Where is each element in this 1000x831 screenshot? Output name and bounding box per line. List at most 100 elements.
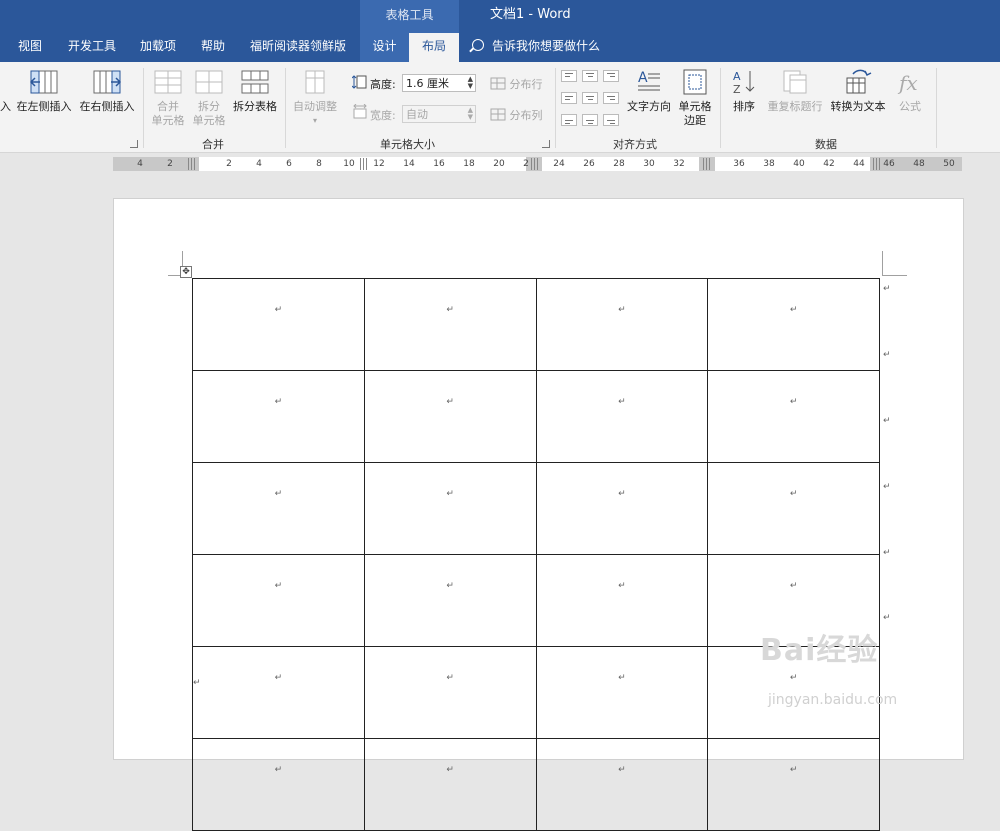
tab-developer[interactable]: 开发工具 [68, 33, 116, 62]
split-table-icon [241, 70, 269, 94]
table-row: ↵ ↵ ↵ ↵ [192, 738, 880, 831]
ruler-tick: 36 [733, 159, 745, 169]
tab-design[interactable]: 设计 [360, 33, 409, 62]
height-label: 高度: [370, 78, 396, 91]
table-cell[interactable]: ↵ [363, 462, 537, 555]
column-marker[interactable] [531, 158, 539, 170]
ribbon: 入 在左侧插入 在右侧插入 合并 单元格 拆分 单元格 拆分表格 合并 自动调整… [0, 62, 1000, 153]
ruler-tick: 6 [286, 159, 292, 169]
table-move-icon[interactable]: ✥ [180, 266, 192, 278]
row-end-mark: ↵ [883, 548, 891, 558]
table-cell[interactable]: ↵ [192, 554, 365, 647]
table-cell[interactable]: ↵ [535, 554, 709, 647]
tab-help[interactable]: 帮助 [201, 33, 225, 62]
column-marker[interactable] [873, 158, 881, 170]
ruler-tick: 46 [883, 159, 895, 169]
table-cell[interactable]: ↵ [707, 370, 880, 463]
align-bottom-left-button[interactable] [561, 114, 577, 126]
width-input[interactable]: 自动 ▲ ▼ [402, 105, 476, 123]
column-marker[interactable] [703, 158, 711, 170]
align-bottom-center-button[interactable] [582, 114, 598, 126]
align-top-left-button[interactable] [561, 70, 577, 82]
ruler-left-margin [113, 157, 199, 171]
table-cell[interactable]: ↵ [192, 738, 365, 831]
insert-left-button[interactable]: 在左侧插入 [14, 68, 74, 114]
repeat-header-label: 重复标题行 [767, 100, 823, 113]
height-input[interactable]: 1.6 厘米 ▲ ▼ [402, 74, 476, 92]
table-cell[interactable]: ↵ [535, 462, 709, 555]
table-cell[interactable]: ↵ [535, 370, 709, 463]
convert-text-button[interactable]: 转换为文本 [828, 68, 888, 114]
sort-button[interactable]: AZ 排序 [726, 68, 762, 114]
insert-left-label: 在左侧插入 [16, 100, 72, 113]
tell-me-box[interactable]: 告诉我你想要做什么 [472, 33, 600, 62]
tab-layout[interactable]: 布局 [409, 33, 459, 62]
table-cell[interactable]: ↵ [363, 646, 537, 739]
table-cell[interactable]: ↵ [363, 370, 537, 463]
align-middle-right-button[interactable] [603, 92, 619, 104]
tab-addins[interactable]: 加载项 [140, 33, 176, 62]
table-cell[interactable]: ↵ [192, 278, 365, 371]
ruler-tick: 32 [673, 159, 685, 169]
column-marker[interactable] [360, 158, 368, 170]
autofit-button[interactable]: 自动调整 ▾ [288, 68, 342, 128]
rows-columns-launcher[interactable] [130, 140, 138, 148]
group-separator [720, 68, 721, 148]
autofit-icon [305, 70, 325, 94]
table-cell[interactable]: ↵ [192, 370, 365, 463]
insert-below-button-cut[interactable]: 入 [0, 100, 11, 114]
table-cell[interactable]: ↵ [707, 462, 880, 555]
table-cell[interactable]: ↵ [535, 278, 709, 371]
cell-margins-label-2: 边距 [684, 114, 706, 127]
tab-view[interactable]: 视图 [18, 33, 42, 62]
insert-left-icon [29, 70, 58, 94]
distribute-cols-button[interactable]: 分布列 [490, 107, 543, 123]
align-top-center-button[interactable] [582, 70, 598, 82]
ruler-tick: 10 [343, 159, 355, 169]
formula-button[interactable]: fx 公式 [893, 68, 927, 114]
width-spinner[interactable]: ▲ ▼ [468, 107, 473, 121]
cell-margins-button[interactable]: 单元格 边距 [676, 68, 714, 128]
paragraph-mark: ↵ [193, 678, 201, 688]
ruler-tick: 2 [226, 159, 232, 169]
tell-me-text: 告诉我你想要做什么 [492, 39, 601, 53]
table-cell[interactable]: ↵ [363, 554, 537, 647]
group-separator [555, 68, 556, 148]
distribute-rows-button[interactable]: 分布行 [490, 76, 543, 92]
repeat-header-button[interactable]: 重复标题行 [765, 68, 825, 114]
cell-size-launcher[interactable] [542, 140, 550, 148]
text-direction-button[interactable]: A 文字方向 [624, 68, 674, 114]
split-cells-button[interactable]: 拆分 单元格 [189, 68, 229, 128]
table-cell[interactable]: ↵ [707, 278, 880, 371]
align-middle-center-button[interactable] [582, 92, 598, 104]
ruler-tick: 8 [316, 159, 322, 169]
column-marker[interactable] [188, 158, 196, 170]
height-value: 1.6 厘米 [406, 77, 449, 90]
align-top-right-button[interactable] [603, 70, 619, 82]
align-middle-left-button[interactable] [561, 92, 577, 104]
alignment-group-label: 对齐方式 [613, 138, 657, 151]
table-cell[interactable]: ↵ [192, 646, 365, 739]
ruler-tick: 2 [167, 159, 173, 169]
align-bottom-right-button[interactable] [603, 114, 619, 126]
merge-group-label: 合并 [202, 138, 224, 151]
svg-text:A: A [638, 70, 648, 86]
table-cell[interactable]: ↵ [192, 462, 365, 555]
watermark-url: jingyan.baidu.com [768, 692, 898, 708]
svg-text:A: A [733, 70, 741, 83]
merge-cells-button[interactable]: 合并 单元格 [148, 68, 188, 128]
insert-right-button[interactable]: 在右侧插入 [76, 68, 138, 114]
horizontal-ruler[interactable]: 4 2 2 4 6 8 10 12 14 16 18 20 2 24 26 28… [113, 157, 962, 171]
tab-foxit[interactable]: 福昕阅读器领鲜版 [250, 33, 346, 62]
ruler-tick: 42 [823, 159, 835, 169]
table-cell[interactable]: ↵ [535, 646, 709, 739]
split-table-button[interactable]: 拆分表格 [230, 68, 280, 114]
repeat-header-icon [783, 70, 807, 94]
table-cell[interactable]: ↵ [363, 738, 537, 831]
table-cell[interactable]: ↵ [707, 738, 880, 831]
table-cell[interactable]: ↵ [363, 278, 537, 371]
table-cell[interactable]: ↵ [535, 738, 709, 831]
height-spinner[interactable]: ▲ ▼ [468, 76, 473, 90]
cell-size-group-label: 单元格大小 [380, 138, 435, 151]
document-table[interactable]: ↵ ↵ ↵ ↵ ↵ ↵ ↵ ↵ ↵ ↵ ↵ ↵ ↵ ↵ ↵ ↵ ↵ ↵ ↵ ↵ ↵ ↵ ↵ ↵ [192, 278, 880, 831]
